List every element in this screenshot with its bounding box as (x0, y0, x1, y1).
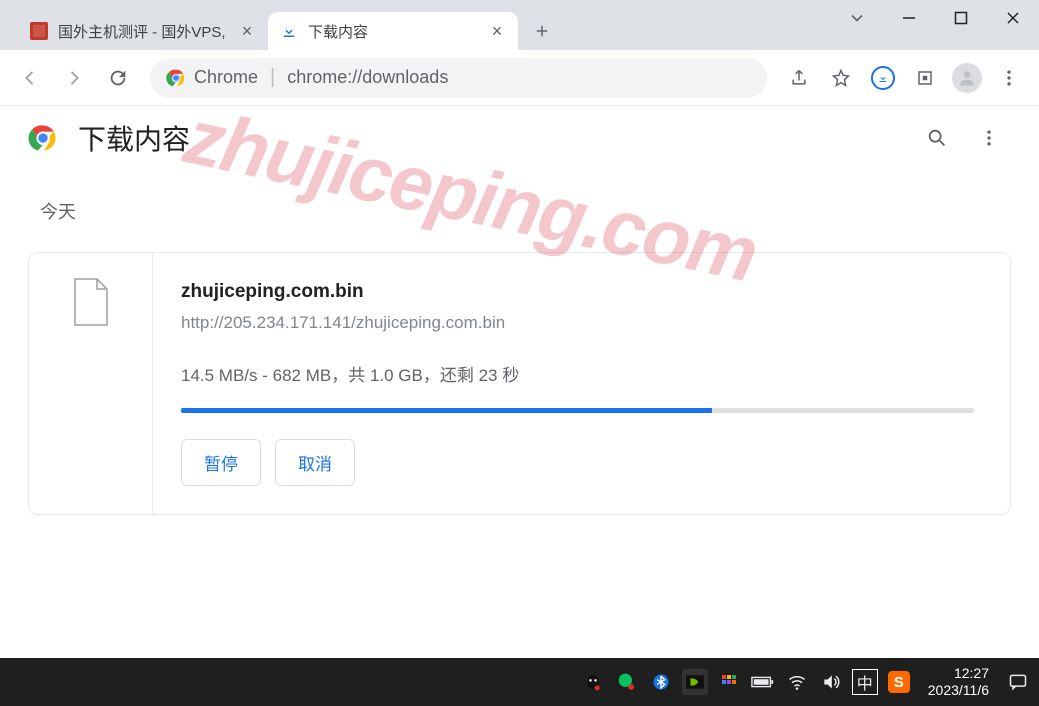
avatar-icon (952, 63, 982, 93)
chrome-logo-icon (166, 68, 186, 88)
tab-title: 国外主机测评 - 国外VPS, (58, 21, 230, 42)
tray-app-wechat-icon[interactable] (614, 669, 640, 695)
download-progress-fill (181, 408, 712, 413)
address-bar[interactable]: Chrome | chrome://downloads (150, 58, 767, 98)
tray-time: 12:27 (928, 665, 989, 682)
downloads-menu-button[interactable] (967, 116, 1011, 160)
download-body: zhujiceping.com.bin http://205.234.171.1… (153, 253, 1010, 514)
omnibox-url: chrome://downloads (287, 67, 448, 88)
download-progress-icon (871, 66, 895, 90)
tray-bluetooth-icon[interactable] (648, 669, 674, 695)
profile-button[interactable] (947, 58, 987, 98)
browser-toolbar: Chrome | chrome://downloads (0, 50, 1039, 106)
download-progress-bar (181, 408, 974, 413)
extensions-button[interactable] (905, 58, 945, 98)
download-url: http://205.234.171.141/zhujiceping.com.b… (181, 313, 974, 333)
pause-button[interactable]: 暂停 (181, 439, 261, 486)
share-button[interactable] (779, 58, 819, 98)
tray-clock[interactable]: 12:27 2023/11/6 (920, 665, 997, 699)
minimize-button[interactable] (883, 0, 935, 36)
tray-notifications-icon[interactable] (1005, 669, 1031, 695)
windows-taskbar: 中 S 12:27 2023/11/6 (0, 658, 1039, 706)
cancel-button[interactable]: 取消 (275, 439, 355, 486)
tray-date: 2023/11/6 (928, 682, 989, 699)
date-group-label: 今天 (0, 170, 1039, 236)
tray-wifi-icon[interactable] (784, 669, 810, 695)
download-status: 14.5 MB/s - 682 MB，共 1.0 GB，还剩 23 秒 (181, 361, 974, 386)
browser-menu-button[interactable] (989, 58, 1029, 98)
close-tab-icon[interactable]: × (488, 22, 506, 40)
tab-search-button[interactable] (831, 0, 883, 36)
back-button[interactable] (10, 58, 50, 98)
window-titlebar: 国外主机测评 - 国外VPS, × 下载内容 × (0, 0, 1039, 50)
download-file-name: zhujiceping.com.bin (181, 281, 974, 303)
window-controls (831, 0, 1039, 50)
bookmark-button[interactable] (821, 58, 861, 98)
page-title: 下载内容 (78, 118, 907, 158)
tab-title: 下载内容 (308, 21, 480, 42)
tray-sogou-icon[interactable]: S (886, 669, 912, 695)
download-icon (280, 22, 298, 40)
toolbar-actions (779, 58, 1029, 98)
tray-app-colorful-icon[interactable] (716, 669, 742, 695)
tray-volume-icon[interactable] (818, 669, 844, 695)
close-tab-icon[interactable]: × (238, 22, 256, 40)
tab-downloads[interactable]: 下载内容 × (268, 12, 518, 50)
site-chip: Chrome (166, 67, 258, 88)
new-tab-button[interactable] (526, 15, 558, 47)
tab-vps-review[interactable]: 国外主机测评 - 国外VPS, × (18, 12, 268, 50)
tray-nvidia-icon[interactable] (682, 669, 708, 695)
download-actions: 暂停 取消 (181, 439, 974, 486)
system-tray: 中 S 12:27 2023/11/6 (580, 658, 1039, 706)
tray-battery-icon[interactable] (750, 669, 776, 695)
site-chip-label: Chrome (194, 67, 258, 88)
forward-button[interactable] (54, 58, 94, 98)
tray-app-qq-icon[interactable] (580, 669, 606, 695)
download-icon-column (29, 253, 153, 514)
close-window-button[interactable] (987, 0, 1039, 36)
search-downloads-button[interactable] (915, 116, 959, 160)
reload-button[interactable] (98, 58, 138, 98)
file-icon (71, 277, 111, 327)
maximize-button[interactable] (935, 0, 987, 36)
tab-favicon-red-icon (30, 22, 48, 40)
omnibox-separator: | (270, 66, 275, 89)
tray-ime-indicator[interactable]: 中 (852, 669, 878, 695)
download-item: zhujiceping.com.bin http://205.234.171.1… (28, 252, 1011, 515)
downloads-header: 下载内容 (0, 106, 1039, 170)
tab-strip: 国外主机测评 - 国外VPS, × 下载内容 × (0, 0, 558, 50)
downloads-page: zhujiceping.com 下载内容 今天 zhujiceping.com.… (0, 106, 1039, 658)
chrome-logo-icon (28, 123, 58, 153)
downloads-indicator[interactable] (863, 58, 903, 98)
